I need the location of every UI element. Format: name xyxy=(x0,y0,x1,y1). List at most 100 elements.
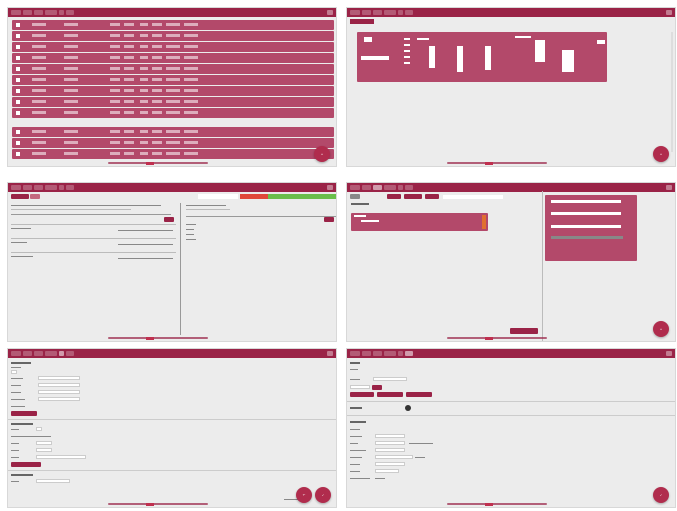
action-item[interactable] xyxy=(186,224,196,225)
value-input[interactable] xyxy=(373,377,407,381)
table-row[interactable] xyxy=(12,108,334,118)
nav-item-2[interactable] xyxy=(362,185,371,190)
detail-field[interactable] xyxy=(551,200,621,203)
gateway-input[interactable] xyxy=(38,390,80,394)
table-row[interactable] xyxy=(12,127,334,137)
nav-item-1[interactable] xyxy=(11,351,21,356)
nav-item-5[interactable] xyxy=(59,10,64,15)
table-row[interactable] xyxy=(12,97,334,107)
action-button[interactable] xyxy=(377,392,403,397)
value-input[interactable] xyxy=(375,462,405,466)
nav-item-4[interactable] xyxy=(45,10,57,15)
nav-item-3[interactable] xyxy=(34,10,43,15)
checkbox[interactable] xyxy=(11,370,17,374)
action-button[interactable] xyxy=(406,392,432,397)
nav-item-1[interactable] xyxy=(11,10,21,15)
option-list-2[interactable] xyxy=(562,50,574,72)
account-icon[interactable] xyxy=(327,10,333,15)
apply-button[interactable] xyxy=(11,462,41,467)
action-item[interactable] xyxy=(186,229,194,230)
add-button[interactable]: + xyxy=(653,321,669,337)
account-icon[interactable] xyxy=(666,10,672,15)
scroll-thumb[interactable] xyxy=(146,503,154,506)
detail-field[interactable] xyxy=(551,225,621,228)
nav-item-6[interactable] xyxy=(405,185,413,190)
apply-button[interactable] xyxy=(11,411,37,416)
nav-item-5[interactable] xyxy=(59,185,64,190)
nav-item-3[interactable] xyxy=(373,351,382,356)
row-checkbox[interactable] xyxy=(16,56,20,60)
nav-item-2[interactable] xyxy=(23,10,32,15)
nav-item-4[interactable] xyxy=(384,10,396,15)
checkbox[interactable] xyxy=(36,427,42,431)
nav-item-6[interactable] xyxy=(405,10,413,15)
value-input[interactable] xyxy=(36,479,70,483)
nav-item-3[interactable] xyxy=(373,185,382,190)
action-button[interactable] xyxy=(350,392,374,397)
save-changes-button[interactable] xyxy=(510,328,538,334)
horizontal-scrollbar[interactable] xyxy=(447,337,547,339)
tab-active[interactable] xyxy=(11,194,29,199)
select-field[interactable] xyxy=(350,385,370,389)
nav-item-5[interactable] xyxy=(398,351,403,356)
condition-controls[interactable] xyxy=(118,244,173,245)
nav-item-2[interactable] xyxy=(23,351,32,356)
search-input[interactable] xyxy=(443,195,503,199)
nav-item-5[interactable] xyxy=(59,351,64,356)
table-row[interactable] xyxy=(12,149,334,159)
save-button[interactable]: ✓ xyxy=(653,487,669,503)
action-item[interactable] xyxy=(186,239,196,240)
value-input[interactable] xyxy=(375,441,405,445)
dns-input[interactable] xyxy=(38,397,80,401)
horizontal-scrollbar[interactable] xyxy=(108,162,208,164)
option-list-1[interactable] xyxy=(535,40,545,62)
scroll-thumb[interactable] xyxy=(485,503,493,506)
add-condition-button[interactable] xyxy=(164,217,174,222)
nav-item-1[interactable] xyxy=(11,185,21,190)
nav-item-1[interactable] xyxy=(350,351,360,356)
list-item-selected[interactable] xyxy=(351,213,488,231)
value-input[interactable] xyxy=(36,455,86,459)
condition-controls[interactable] xyxy=(118,230,173,231)
scroll-thumb[interactable] xyxy=(146,162,154,165)
input-underline[interactable] xyxy=(11,214,171,215)
nav-item-2[interactable] xyxy=(362,351,371,356)
address-input[interactable] xyxy=(38,376,80,380)
row-checkbox[interactable] xyxy=(16,152,20,156)
value-input[interactable] xyxy=(375,434,405,438)
nav-item-6[interactable] xyxy=(66,185,74,190)
nav-item-2[interactable] xyxy=(23,185,32,190)
horizontal-scrollbar[interactable] xyxy=(447,503,547,505)
tab-active[interactable] xyxy=(350,19,374,24)
account-icon[interactable] xyxy=(666,351,672,356)
netmask-input[interactable] xyxy=(38,383,80,387)
detail-slider[interactable] xyxy=(551,236,623,239)
table-row[interactable] xyxy=(12,31,334,41)
table-row[interactable] xyxy=(12,64,334,74)
horizontal-scrollbar[interactable] xyxy=(108,503,208,505)
account-icon[interactable] xyxy=(327,351,333,356)
detail-field[interactable] xyxy=(551,212,621,215)
value-input[interactable] xyxy=(375,448,405,452)
row-checkbox[interactable] xyxy=(16,78,20,82)
table-row[interactable] xyxy=(12,20,334,30)
undo-button[interactable]: ↶ xyxy=(296,487,312,503)
nav-item-4[interactable] xyxy=(45,185,57,190)
row-checkbox[interactable] xyxy=(16,67,20,71)
nav-item-6[interactable] xyxy=(66,351,74,356)
value-input[interactable] xyxy=(375,455,413,459)
nav-item-4[interactable] xyxy=(384,185,396,190)
tab-3[interactable] xyxy=(425,194,439,199)
table-row[interactable] xyxy=(12,75,334,85)
horizontal-scrollbar[interactable] xyxy=(108,337,208,339)
table-row[interactable] xyxy=(12,86,334,96)
value-input[interactable] xyxy=(36,441,52,445)
slot-column-1[interactable] xyxy=(429,46,435,68)
add-action-button[interactable] xyxy=(324,217,334,222)
name-input[interactable] xyxy=(361,56,389,60)
nav-item-3[interactable] xyxy=(34,351,43,356)
nav-item-1[interactable] xyxy=(350,10,360,15)
condition-controls[interactable] xyxy=(118,258,173,259)
table-row[interactable] xyxy=(12,42,334,52)
nav-item-6[interactable] xyxy=(66,10,74,15)
